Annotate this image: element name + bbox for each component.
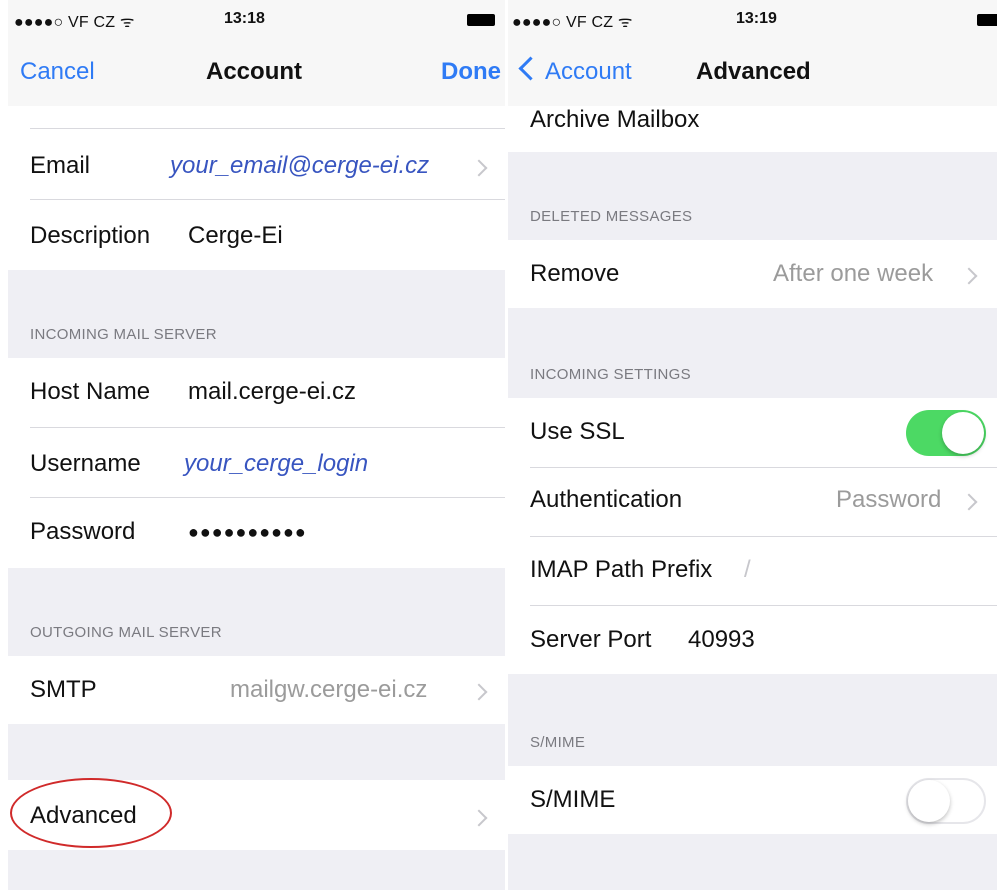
toggle-knob bbox=[908, 780, 950, 822]
back-button[interactable]: Account bbox=[518, 56, 632, 86]
smtp-label: SMTP bbox=[30, 676, 97, 703]
smime-toggle[interactable] bbox=[906, 778, 986, 824]
divider bbox=[30, 199, 505, 200]
incoming-settings-header: INCOMING SETTINGS bbox=[530, 366, 691, 383]
carrier-signal: ●●●●○ VF CZ ᯤ bbox=[512, 14, 633, 31]
outgoing-group: SMTP mailgw.cerge-ei.cz bbox=[8, 656, 505, 724]
email-value: your_email@cerge-ei.cz bbox=[170, 152, 430, 179]
divider bbox=[530, 536, 997, 537]
status-time: 13:18 bbox=[224, 10, 265, 27]
smime-label: S/MIME bbox=[530, 786, 616, 813]
status-bar: ●●●●○ VF CZ ᯤ 13:19 bbox=[508, 0, 997, 40]
divider bbox=[530, 467, 997, 468]
incoming-group: Host Name mail.cerge-ei.cz Username your… bbox=[8, 358, 505, 568]
chevron-right-icon bbox=[470, 683, 488, 701]
divider bbox=[30, 128, 505, 129]
remove-row[interactable]: Remove After one week bbox=[508, 260, 997, 290]
remove-label: Remove bbox=[530, 260, 620, 287]
nav-bar: Account Advanced bbox=[508, 40, 997, 107]
battery-icon bbox=[977, 14, 997, 26]
account-screen: ●●●●○ VF CZ ᯤ 13:18 Cancel Account Done … bbox=[8, 0, 505, 890]
deleted-messages-header: DELETED MESSAGES bbox=[530, 208, 693, 225]
imap-prefix-label: IMAP Path Prefix bbox=[530, 556, 713, 583]
description-label: Description bbox=[30, 222, 151, 249]
password-row[interactable]: Password ●●●●●●●●●● bbox=[8, 518, 505, 548]
email-row[interactable]: Email your_email@cerge-ei.cz bbox=[8, 152, 505, 182]
archive-row[interactable]: Archive Mailbox bbox=[508, 106, 997, 136]
smime-header: S/MIME bbox=[530, 734, 586, 751]
deleted-group: Remove After one week bbox=[508, 240, 997, 308]
server-port-row[interactable]: Server Port 40993 bbox=[508, 626, 997, 656]
incoming-mail-header: INCOMING MAIL SERVER bbox=[30, 326, 217, 343]
password-value[interactable]: ●●●●●●●●●● bbox=[188, 522, 307, 543]
username-label: Username bbox=[30, 450, 141, 477]
password-label: Password bbox=[30, 518, 136, 545]
carrier-signal: ●●●●○ VF CZ ᯤ bbox=[14, 14, 135, 31]
authentication-label: Authentication bbox=[530, 486, 683, 513]
imap-prefix-value[interactable]: / bbox=[744, 556, 751, 584]
smtp-row[interactable]: SMTP mailgw.cerge-ei.cz bbox=[8, 676, 505, 706]
account-group: Email your_email@cerge-ei.cz Description… bbox=[8, 106, 505, 270]
description-value[interactable]: Cerge-Ei bbox=[188, 222, 283, 250]
divider bbox=[30, 497, 505, 498]
ssl-label: Use SSL bbox=[530, 418, 625, 445]
page-title: Account bbox=[206, 58, 302, 85]
chevron-right-icon bbox=[470, 159, 488, 177]
description-row[interactable]: Description Cerge-Ei bbox=[8, 222, 505, 252]
server-port-label: Server Port bbox=[530, 626, 652, 653]
divider bbox=[530, 605, 997, 606]
server-port-value[interactable]: 40993 bbox=[688, 626, 755, 654]
chevron-right-icon bbox=[960, 267, 978, 285]
archive-label: Archive Mailbox bbox=[530, 106, 700, 133]
smime-group: S/MIME bbox=[508, 766, 997, 834]
username-value[interactable]: your_cerge_login bbox=[184, 450, 368, 478]
chevron-left-icon bbox=[518, 56, 543, 81]
smtp-value: mailgw.cerge-ei.cz bbox=[230, 676, 428, 703]
authentication-row[interactable]: Authentication Password bbox=[508, 486, 997, 516]
archive-group: Archive Mailbox bbox=[508, 106, 997, 152]
username-row[interactable]: Username your_cerge_login bbox=[8, 450, 505, 480]
divider bbox=[30, 427, 505, 428]
battery-icon bbox=[467, 14, 495, 26]
toggle-knob bbox=[942, 412, 984, 454]
cancel-button[interactable]: Cancel bbox=[20, 58, 95, 86]
incoming-settings-group: Use SSL Authentication Password IMAP Pat… bbox=[508, 398, 997, 674]
chevron-right-icon bbox=[960, 493, 978, 511]
advanced-screen: ●●●●○ VF CZ ᯤ 13:19 Account Advanced Arc… bbox=[508, 0, 997, 890]
nav-bar: Cancel Account Done bbox=[8, 40, 505, 107]
email-label: Email bbox=[30, 152, 91, 179]
advanced-label: Advanced bbox=[30, 802, 137, 829]
host-value[interactable]: mail.cerge-ei.cz bbox=[188, 378, 356, 406]
ssl-toggle[interactable] bbox=[906, 410, 986, 456]
advanced-group: Advanced bbox=[8, 780, 505, 850]
done-button[interactable]: Done bbox=[441, 58, 501, 86]
host-label: Host Name bbox=[30, 378, 151, 405]
advanced-row[interactable]: Advanced bbox=[8, 802, 505, 832]
status-bar: ●●●●○ VF CZ ᯤ 13:18 bbox=[8, 0, 505, 40]
authentication-value: Password bbox=[836, 486, 942, 513]
status-time: 13:19 bbox=[736, 10, 777, 27]
host-row[interactable]: Host Name mail.cerge-ei.cz bbox=[8, 378, 505, 408]
chevron-right-icon bbox=[470, 809, 488, 827]
outgoing-mail-header: OUTGOING MAIL SERVER bbox=[30, 624, 222, 641]
page-title: Advanced bbox=[696, 58, 811, 85]
back-label: Account bbox=[545, 58, 632, 85]
imap-prefix-row[interactable]: IMAP Path Prefix / bbox=[508, 556, 997, 586]
remove-value: After one week bbox=[773, 260, 934, 287]
